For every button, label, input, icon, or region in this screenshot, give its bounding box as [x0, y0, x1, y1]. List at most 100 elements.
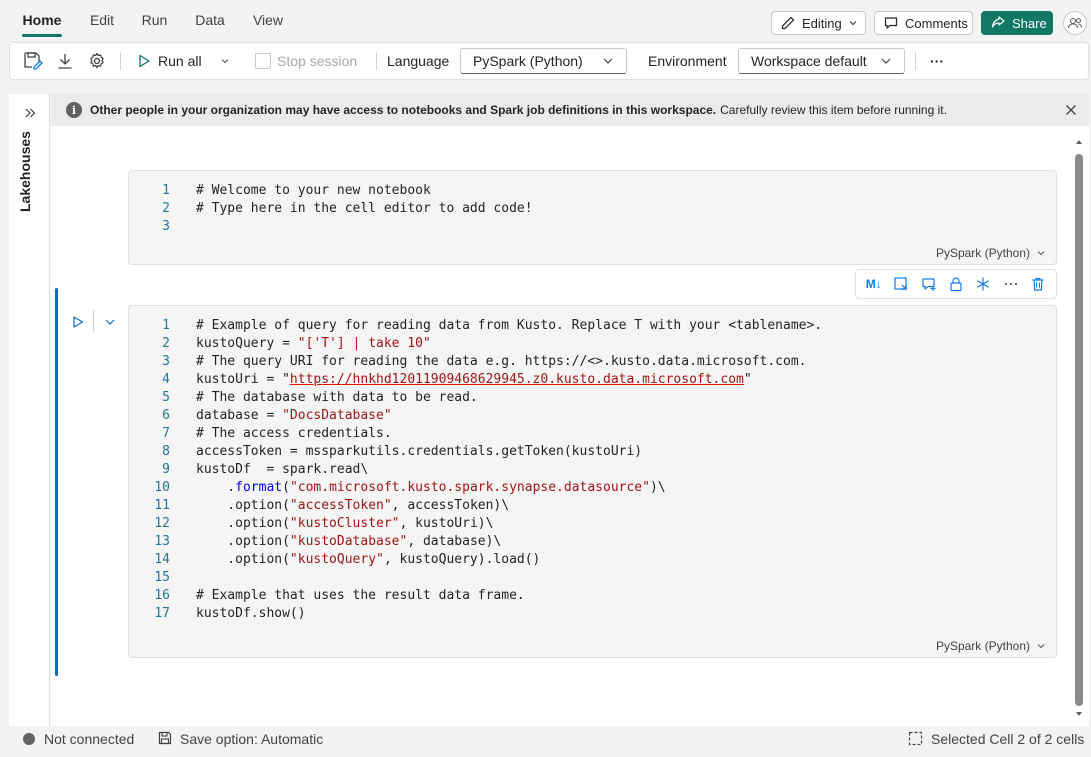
code-text: # Welcome to your new notebook: [196, 183, 431, 198]
environment-select[interactable]: Workspace default: [738, 48, 905, 74]
status-bar: Not connected Save option: Automatic Sel…: [9, 726, 1089, 752]
cell-language-select[interactable]: PySpark (Python): [936, 639, 1046, 653]
save-button[interactable]: [22, 43, 46, 79]
stop-icon: [255, 53, 271, 69]
close-icon: [1066, 105, 1076, 115]
editing-mode-button[interactable]: Editing: [771, 11, 866, 35]
scrollbar-thumb[interactable]: [1075, 154, 1083, 706]
line-number: 14: [154, 552, 170, 567]
banner-text: Carefully review this item before runnin…: [720, 103, 947, 117]
line-number: 16: [154, 588, 170, 603]
chevron-double-right-icon: [25, 108, 36, 118]
select-cell-icon: [908, 731, 923, 746]
chevron-down-icon: [1037, 644, 1045, 649]
cell-language-select[interactable]: PySpark (Python): [936, 246, 1046, 260]
tab-edit[interactable]: Edit: [88, 0, 116, 40]
more-cell-options-button[interactable]: [1000, 273, 1022, 295]
scroll-up-icon: [1076, 140, 1082, 144]
chevron-down-icon: [105, 319, 115, 325]
more-options-button[interactable]: ···: [930, 43, 950, 79]
menu-bar: Home Edit Run Data View Editing Comments…: [0, 0, 1091, 40]
run-all-dropdown[interactable]: [220, 43, 236, 79]
download-icon: [58, 54, 72, 69]
share-button[interactable]: Share: [981, 11, 1053, 35]
expand-panel-button[interactable]: [21, 104, 39, 122]
tab-data[interactable]: Data: [194, 0, 226, 40]
run-cell-button[interactable]: [69, 313, 87, 331]
lakehouses-label[interactable]: Lakehouses: [17, 131, 33, 212]
vertical-scrollbar[interactable]: [1072, 134, 1086, 722]
editing-label: Editing: [802, 15, 842, 31]
code-cell-2[interactable]: 1 # Example of query for reading data fro…: [128, 305, 1057, 658]
code-text: # The access credentials.: [196, 426, 392, 441]
environment-value: Workspace default: [751, 53, 867, 69]
chevron-down-icon: [221, 59, 229, 64]
tab-run[interactable]: Run: [141, 0, 168, 40]
clear-output-icon: [894, 277, 908, 291]
line-number: 2: [162, 336, 170, 351]
language-select[interactable]: PySpark (Python): [460, 48, 627, 74]
line-number: 4: [162, 372, 170, 387]
add-comment-button[interactable]: [918, 273, 940, 295]
line-number: 1: [162, 318, 170, 333]
stop-session-button[interactable]: Stop session: [255, 43, 370, 79]
chevron-down-icon: [603, 58, 613, 64]
tab-home[interactable]: Home: [22, 0, 62, 40]
settings-button[interactable]: [87, 43, 109, 79]
code-text: # Type here in the cell editor to add co…: [196, 201, 533, 216]
cell-language-label: PySpark (Python): [935, 246, 1030, 260]
comment-add-icon: [921, 278, 936, 291]
trash-icon: [1032, 277, 1044, 291]
line-number: 9: [162, 462, 170, 477]
info-icon: i: [66, 102, 82, 118]
share-label: Share: [1012, 15, 1047, 31]
language-label: Language: [387, 53, 450, 69]
chevron-down-icon: [881, 58, 891, 64]
freeze-cell-button[interactable]: [972, 273, 994, 295]
warning-banner: i Other people in your organization may …: [51, 94, 1089, 126]
code-text: kustoQuery = "['T'] | take 10": [196, 336, 431, 351]
code-text: .option("kustoDatabase", database)\: [196, 534, 502, 549]
line-number: 13: [154, 534, 170, 549]
code-text: database = "DocsDatabase": [196, 408, 392, 423]
collaborators-avatar[interactable]: [1063, 11, 1087, 35]
comments-label: Comments: [905, 15, 968, 31]
code-cell-1[interactable]: 1 # Welcome to your new notebook 2 # Type …: [128, 170, 1057, 265]
line-number: 1: [162, 183, 170, 198]
cell-control-divider: [93, 310, 94, 332]
markdown-toggle-button[interactable]: M↓: [863, 273, 885, 295]
connection-status: Not connected: [44, 731, 135, 747]
banner-bold-text: Other people in your organization may ha…: [90, 103, 717, 117]
comment-out-button[interactable]: [890, 273, 912, 295]
close-banner-button[interactable]: [1063, 102, 1079, 118]
more-horizontal-icon: [1004, 283, 1017, 285]
environment-label: Environment: [648, 53, 727, 69]
stop-session-label: Stop session: [277, 53, 358, 69]
lock-cell-button[interactable]: [945, 273, 967, 295]
chevron-down-icon: [1037, 251, 1045, 256]
download-button[interactable]: [55, 43, 77, 79]
code-text: .option("kustoCluster", kustoUri)\: [196, 516, 494, 531]
delete-cell-button[interactable]: [1027, 273, 1049, 295]
comments-button[interactable]: Comments: [874, 11, 973, 35]
code-text: # Example of query for reading data from…: [196, 318, 823, 333]
code-text: # Example that uses the result data fram…: [196, 588, 525, 603]
pencil-icon: [781, 16, 795, 30]
notebook-toolbar: Run all Stop session Language PySpark (P…: [9, 42, 1089, 80]
line-number: 3: [162, 219, 170, 234]
run-all-button[interactable]: Run all: [136, 43, 206, 79]
play-icon: [139, 54, 150, 68]
cell-toolbar: M↓: [855, 269, 1057, 299]
gear-icon: [90, 52, 104, 69]
code-text: # The database with data to be read.: [196, 390, 478, 405]
code-text: kustoDf.show(): [196, 606, 306, 621]
collapse-cell-button[interactable]: [101, 313, 119, 331]
tab-view[interactable]: View: [252, 0, 284, 40]
save-option-status[interactable]: Save option: Automatic: [180, 731, 323, 747]
scroll-down-icon: [1076, 712, 1082, 716]
lock-icon: [950, 277, 962, 292]
line-number: 12: [154, 516, 170, 531]
active-cell-indicator: [55, 288, 58, 676]
line-number: 8: [162, 444, 170, 459]
connection-status-icon: [23, 733, 35, 745]
